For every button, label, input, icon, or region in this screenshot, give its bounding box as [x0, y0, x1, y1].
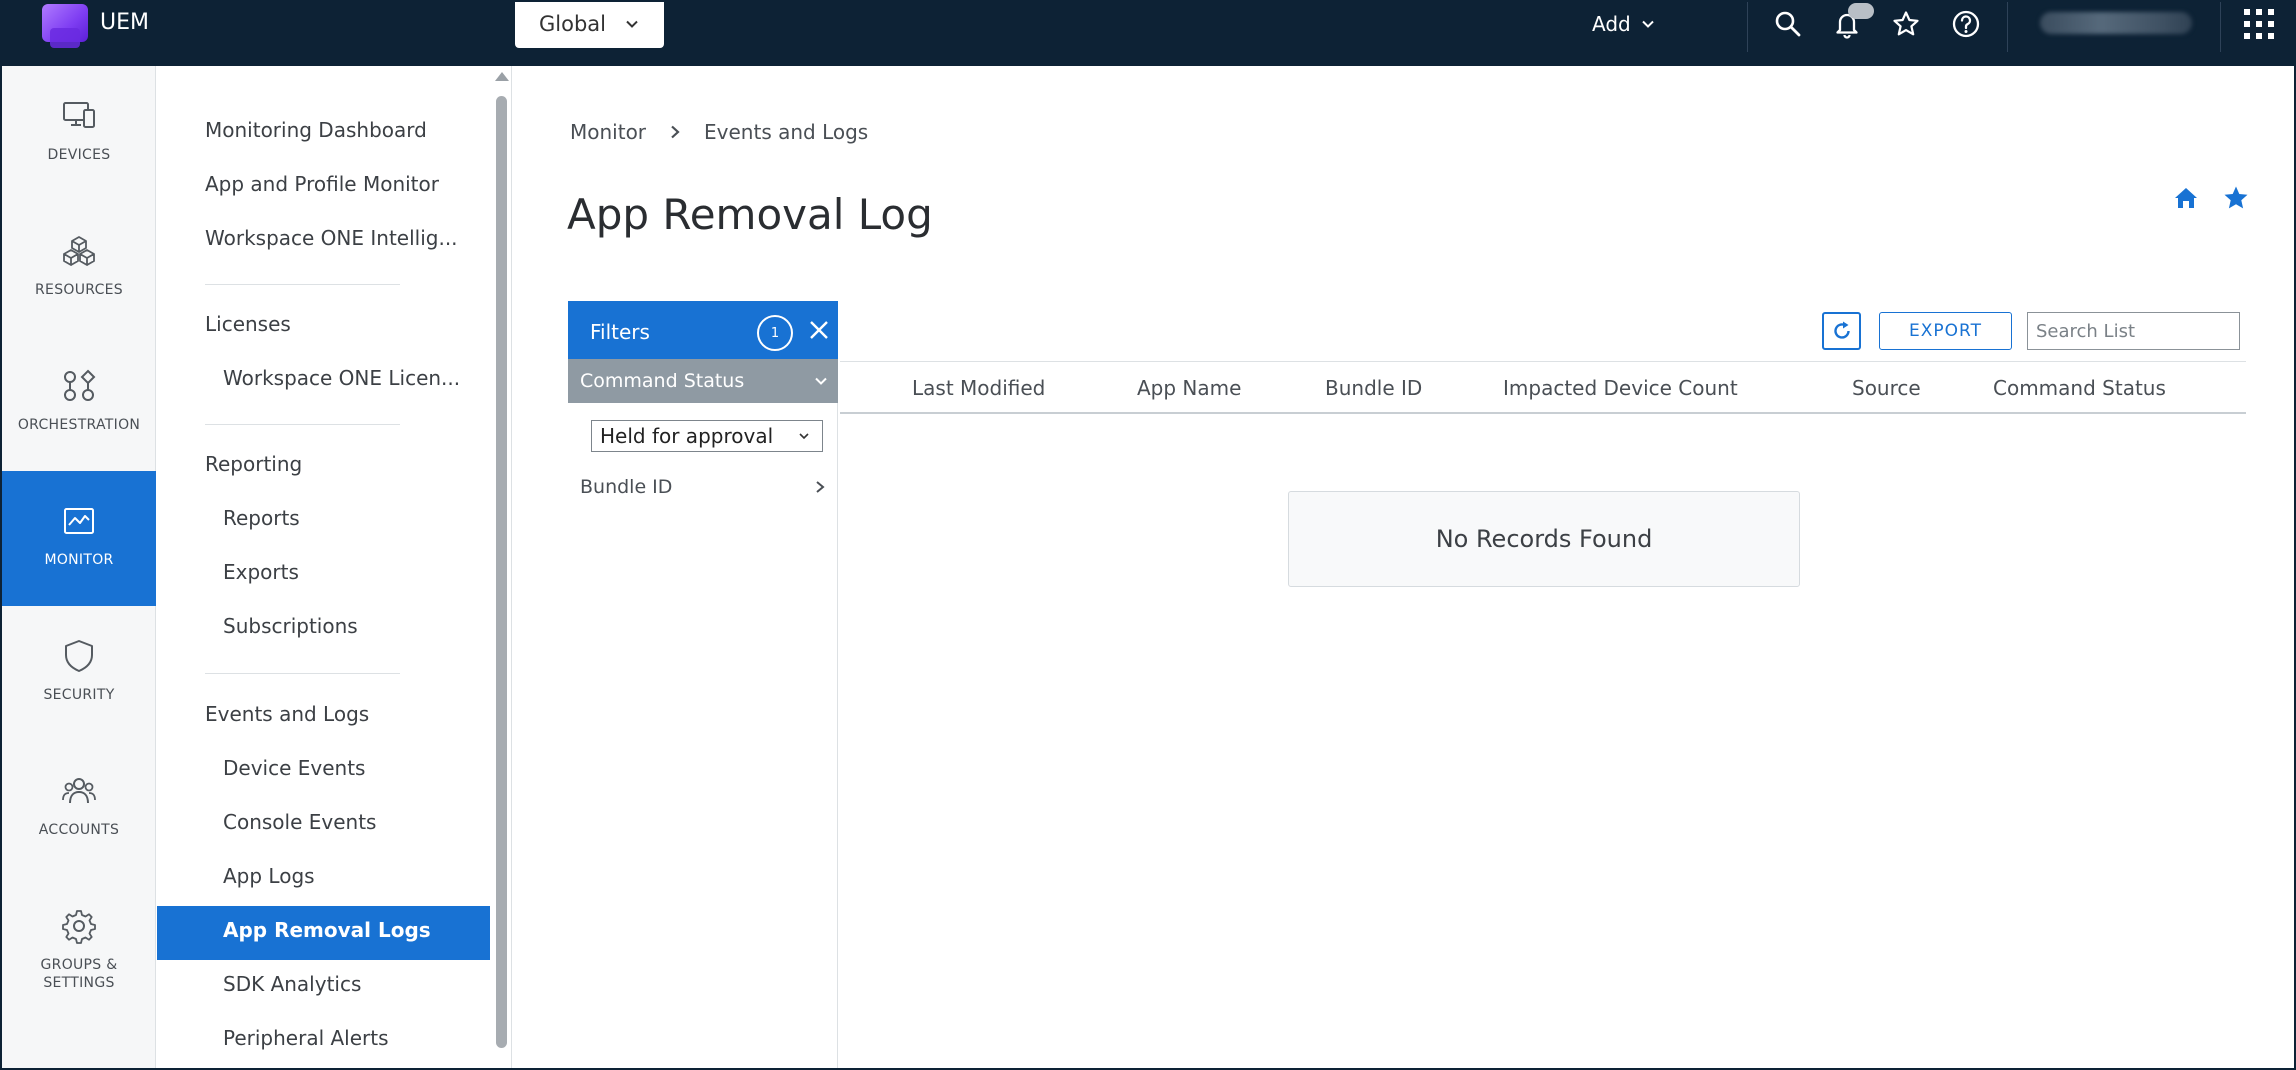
chevron-down-icon — [799, 433, 809, 440]
table-header-row: Last Modified App Name Bundle ID Impacte… — [840, 362, 2246, 414]
search-icon — [1775, 11, 1801, 37]
subnav-divider — [205, 673, 400, 674]
secondary-nav: Monitoring Dashboard App and Profile Mon… — [157, 66, 512, 1068]
filter-command-status-label: Command Status — [580, 370, 745, 392]
orchestration-icon — [64, 369, 96, 401]
rail-item-label: MONITOR — [44, 552, 114, 568]
subnav-item-intelligence[interactable]: Workspace ONE Intellig... — [205, 226, 458, 250]
command-status-value: Held for approval — [600, 424, 774, 448]
shield-icon — [65, 640, 93, 672]
help-button[interactable] — [1948, 6, 1984, 42]
column-header-app-name[interactable]: App Name — [1137, 376, 1241, 400]
breadcrumb-events-logs[interactable]: Events and Logs — [704, 120, 868, 144]
rail-item-label: GROUPS & SETTINGS — [40, 957, 118, 991]
subnav-item-app-profile-monitor[interactable]: App and Profile Monitor — [205, 172, 439, 196]
subnav-item-peripheral-alerts[interactable]: Peripheral Alerts — [223, 1026, 389, 1050]
add-menu-button[interactable]: Add — [1592, 8, 1655, 40]
empty-state-message: No Records Found — [1288, 491, 1800, 587]
page-title: App Removal Log — [567, 190, 933, 239]
notification-badge — [1848, 3, 1874, 19]
subnav-item-app-logs[interactable]: App Logs — [223, 864, 315, 888]
rail-item-devices[interactable]: DEVICES — [2, 66, 156, 201]
top-bar: UEM Global Add — [0, 0, 2296, 66]
accounts-icon — [62, 778, 96, 804]
app-name: UEM — [100, 10, 149, 35]
devices-icon — [63, 102, 95, 128]
rail-item-label: SECURITY — [43, 687, 115, 703]
subnav-item-console-events[interactable]: Console Events — [223, 810, 376, 834]
subnav-item-licenses[interactable]: Workspace ONE Licen... — [223, 366, 460, 390]
add-menu-label: Add — [1592, 12, 1631, 36]
subnav-item-subscriptions[interactable]: Subscriptions — [223, 614, 358, 638]
subnav-heading-licenses[interactable]: Licenses — [205, 312, 291, 336]
subnav-item-monitoring-dashboard[interactable]: Monitoring Dashboard — [205, 118, 427, 142]
filter-panel: Command Status Held for approval Bundle … — [568, 359, 838, 1068]
chevron-right-icon — [671, 125, 680, 139]
favorites-button[interactable] — [1888, 6, 1924, 42]
subnav-divider — [205, 284, 400, 285]
column-header-command-status[interactable]: Command Status — [1993, 376, 2166, 400]
breadcrumb-monitor[interactable]: Monitor — [570, 120, 646, 144]
organization-group-label: Global — [539, 12, 606, 36]
star-icon — [1893, 11, 1919, 36]
topbar-divider — [1747, 0, 1748, 52]
help-icon — [1952, 10, 1980, 38]
breadcrumb: Monitor Events and Logs — [570, 120, 868, 144]
subnav-item-device-events[interactable]: Device Events — [223, 756, 365, 780]
refresh-icon — [1833, 321, 1850, 339]
subnav-heading-events-logs[interactable]: Events and Logs — [205, 702, 369, 726]
rail-item-security[interactable]: SECURITY — [2, 606, 156, 741]
favorite-star-icon[interactable] — [2222, 184, 2250, 212]
rail-item-monitor[interactable]: MONITOR — [2, 471, 156, 606]
rail-item-label: RESOURCES — [35, 282, 123, 298]
topbar-divider — [2007, 0, 2008, 52]
refresh-button[interactable] — [1822, 312, 1861, 350]
subnav-scrollbar[interactable] — [496, 96, 507, 1048]
export-button[interactable]: EXPORT — [1879, 312, 2012, 350]
chevron-down-icon — [626, 20, 638, 28]
subnav-heading-reporting[interactable]: Reporting — [205, 452, 302, 476]
rail-item-orchestration[interactable]: ORCHESTRATION — [2, 336, 156, 471]
chevron-down-icon — [815, 377, 827, 385]
subnav-item-sdk-analytics[interactable]: SDK Analytics — [223, 972, 361, 996]
filter-command-status-toggle[interactable]: Command Status — [568, 359, 838, 403]
chevron-down-icon — [1642, 20, 1654, 28]
monitor-icon — [64, 508, 94, 534]
rail-item-groups-settings[interactable]: GROUPS & SETTINGS — [2, 876, 156, 1011]
filter-count-badge: 1 — [757, 315, 793, 351]
rail-item-label: ORCHESTRATION — [17, 417, 141, 433]
filters-title: Filters — [590, 320, 650, 344]
apps-grid-icon[interactable] — [2244, 9, 2274, 39]
filters-header: Filters 1 — [568, 301, 838, 359]
column-header-impacted-device-count[interactable]: Impacted Device Count — [1503, 376, 1738, 400]
column-header-source[interactable]: Source — [1852, 376, 1921, 400]
subnav-item-exports[interactable]: Exports — [223, 560, 299, 584]
uem-logo-icon — [42, 4, 88, 48]
primary-nav-rail: DEVICES RESOURCES ORCHESTRATION MONITOR … — [2, 66, 156, 1068]
chevron-right-icon — [816, 481, 825, 493]
rail-item-resources[interactable]: RESOURCES — [2, 201, 156, 336]
gear-icon — [62, 910, 96, 944]
organization-group-selector[interactable]: Global — [515, 0, 664, 48]
user-account-menu[interactable] — [2040, 12, 2192, 34]
topbar-divider — [2220, 0, 2221, 52]
column-header-bundle-id[interactable]: Bundle ID — [1325, 376, 1422, 400]
rail-item-label: ACCOUNTS — [38, 822, 120, 838]
command-status-select[interactable]: Held for approval — [591, 420, 823, 452]
column-header-last-modified[interactable]: Last Modified — [912, 376, 1045, 400]
rail-item-accounts[interactable]: ACCOUNTS — [2, 741, 156, 876]
filter-bundle-id[interactable]: Bundle ID — [568, 467, 838, 507]
subnav-item-app-removal-logs[interactable]: App Removal Logs — [223, 918, 431, 942]
scroll-up-arrow-icon[interactable] — [495, 72, 509, 81]
resources-icon — [63, 236, 95, 266]
home-icon[interactable] — [2172, 184, 2200, 212]
close-icon[interactable] — [808, 319, 830, 341]
subnav-item-reports[interactable]: Reports — [223, 506, 300, 530]
filter-bundle-id-label: Bundle ID — [580, 476, 673, 498]
search-button[interactable] — [1770, 6, 1806, 42]
search-list-input[interactable] — [2027, 312, 2240, 350]
rail-item-label: DEVICES — [47, 147, 111, 163]
subnav-divider — [205, 424, 400, 425]
